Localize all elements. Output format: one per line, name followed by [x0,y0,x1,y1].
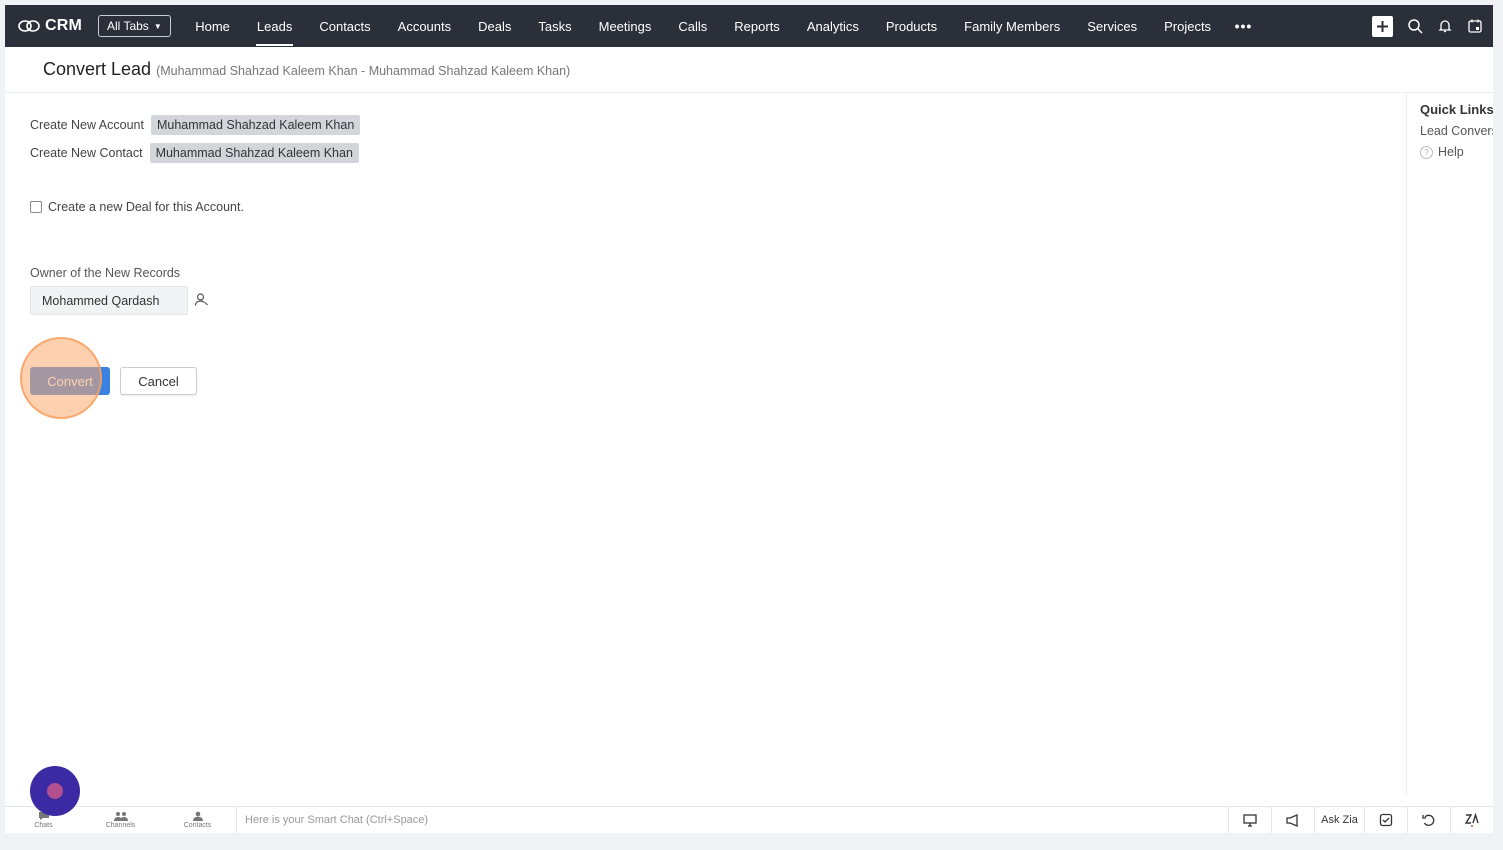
create-plus-icon[interactable] [1372,15,1393,37]
more-tabs-icon[interactable]: ••• [1225,5,1263,47]
monitor-icon [1242,813,1257,827]
all-tabs-label: All Tabs [107,19,149,33]
help-label: Help [1438,145,1464,159]
top-navigation-bar: CRM All Tabs ▼ Home Leads Contacts Accou… [5,5,1493,47]
channels-label: Channels [105,822,136,829]
contacts-label: Contacts [183,822,212,829]
quick-links-title: Quick Links [1420,102,1493,117]
crm-app: CRM All Tabs ▼ Home Leads Contacts Accou… [5,5,1493,833]
tab-reports[interactable]: Reports [721,5,794,47]
search-icon[interactable] [1407,18,1423,34]
bell-icon[interactable] [1437,18,1453,34]
ask-zia-button[interactable]: Ask Zia [1314,807,1364,833]
create-deal-option: Create a new Deal for this Account. [30,200,244,214]
undo-icon [1422,814,1435,826]
cancel-button[interactable]: Cancel [120,367,197,395]
tab-leads[interactable]: Leads [243,5,305,47]
announcements-button[interactable] [1271,807,1314,833]
top-right-icons [1372,5,1483,47]
crm-logo[interactable]: CRM [18,17,98,35]
bottom-right-tools: Ask Zia [1228,807,1493,833]
zia-button[interactable] [1450,807,1493,833]
create-account-label: Create New Account [30,118,144,132]
help-link[interactable]: ? Help [1420,145,1493,159]
zia-icon [1464,813,1479,827]
create-deal-label[interactable]: Create a new Deal for this Account. [48,200,244,214]
smart-chat-input[interactable]: Here is your Smart Chat (Ctrl+Space) [236,807,1228,833]
tab-family-members[interactable]: Family Members [951,5,1074,47]
screen-share-button[interactable] [1228,807,1271,833]
floating-assistant-button[interactable] [30,766,80,816]
lead-conversion-link[interactable]: Lead Conversion [1420,124,1493,138]
chats-label: Chats [34,822,53,829]
create-account-value: Muhammad Shahzad Kaleem Khan [150,115,361,135]
tab-accounts[interactable]: Accounts [384,5,464,47]
tab-meetings[interactable]: Meetings [585,5,665,47]
help-icon: ? [1420,145,1433,159]
sticky-note-icon [1379,813,1393,827]
create-contact-value: Muhammad Shahzad Kaleem Khan [149,143,359,163]
convert-form: Create New Account Muhammad Shahzad Kale… [30,115,361,171]
channels-button[interactable]: Channels [82,807,159,833]
history-button[interactable] [1407,807,1450,833]
user-lookup-icon[interactable] [194,292,209,312]
create-contact-label: Create New Contact [30,146,143,160]
create-contact-row: Create New Contact Muhammad Shahzad Kale… [30,143,360,163]
tab-products[interactable]: Products [872,5,950,47]
caret-down-icon: ▼ [153,21,162,31]
convert-button[interactable]: Convert [30,367,110,395]
bottom-bar: Chats Channels Contacts Here is your Sma… [5,806,1493,833]
contact-person-icon [192,811,203,821]
create-deal-checkbox[interactable] [30,201,42,213]
page-title: Convert Lead [43,59,152,79]
page-header: Convert Lead (Muhammad Shahzad Kaleem Kh… [5,47,1493,93]
calendar-icon[interactable] [1467,18,1483,34]
crm-logo-icon [18,20,40,32]
notes-button[interactable] [1364,807,1407,833]
owner-label: Owner of the New Records [30,266,181,280]
create-account-row: Create New Account Muhammad Shahzad Kale… [30,115,361,135]
tab-projects[interactable]: Projects [1151,5,1225,47]
owner-field[interactable]: Mohammed Qardash [30,286,188,315]
all-tabs-dropdown[interactable]: All Tabs ▼ [98,15,171,37]
module-tabs: Home Leads Contacts Accounts Deals Tasks… [182,5,1263,47]
tab-services[interactable]: Services [1074,5,1151,47]
tab-deals[interactable]: Deals [465,5,525,47]
tab-calls[interactable]: Calls [665,5,721,47]
tab-analytics[interactable]: Analytics [793,5,872,47]
page-subtitle: (Muhammad Shahzad Kaleem Khan - Muhammad… [156,63,571,78]
quick-links-panel: Quick Links Lead Conversion ? Help [1406,93,1493,795]
tab-tasks[interactable]: Tasks [525,5,585,47]
contacts-button[interactable]: Contacts [159,807,236,833]
megaphone-icon [1285,813,1298,827]
channels-icon [113,812,128,821]
assistant-dot-icon [47,783,63,799]
crm-logo-text: CRM [45,17,83,34]
tab-contacts[interactable]: Contacts [306,5,384,47]
tab-home[interactable]: Home [182,5,244,47]
